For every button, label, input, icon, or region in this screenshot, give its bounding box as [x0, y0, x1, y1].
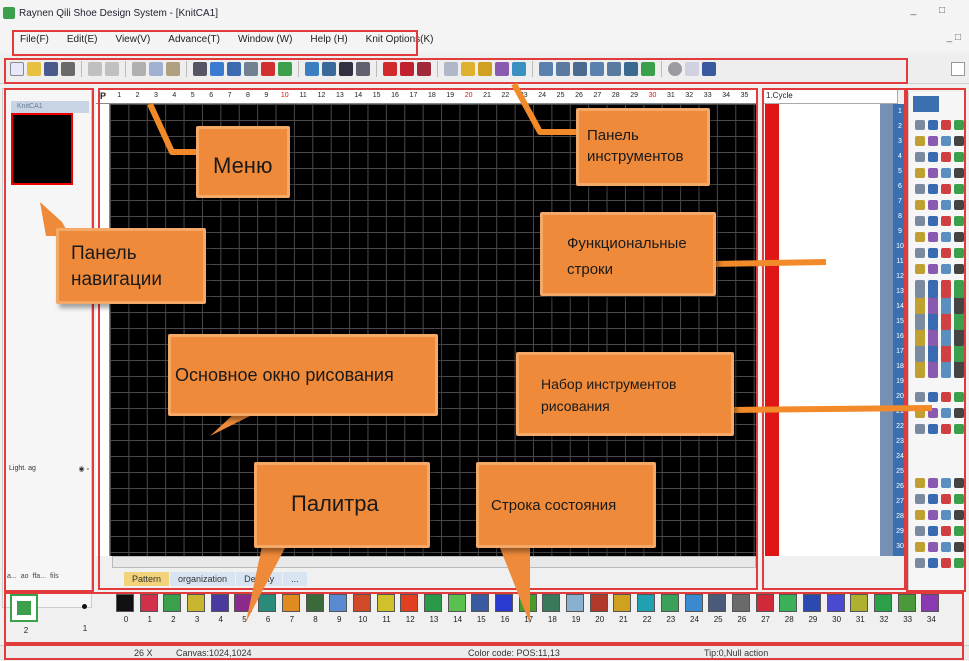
callout-status-bar: Строка состояния: [476, 462, 656, 548]
callout-function-rows: Функциональные строки: [540, 212, 716, 296]
callout-status-bar-text: Строка состояния: [491, 497, 617, 514]
annotation-pointers: [40, 82, 933, 624]
callout-drawing-tools: Набор инструментов рисования: [516, 352, 734, 436]
callout-function-rows-text: Функциональные строки: [567, 235, 687, 278]
callout-main-window-text: Основное окно рисования: [175, 365, 394, 385]
callout-navigation-text: Панель навигации: [71, 243, 162, 290]
callout-menu: Меню: [196, 126, 290, 198]
callout-drawing-tools-text: Набор инструментов рисования: [541, 376, 677, 414]
callout-navigation: Панель навигации: [56, 228, 206, 304]
callout-palette-text: Палитра: [291, 491, 379, 516]
callout-main-window: Основное окно рисования: [168, 334, 438, 416]
callout-palette: Палитра: [254, 462, 430, 548]
callout-toolbar: Панель инструментов: [576, 108, 710, 186]
callout-toolbar-text: Панель инструментов: [587, 127, 684, 165]
callout-menu-text: Меню: [213, 153, 273, 178]
